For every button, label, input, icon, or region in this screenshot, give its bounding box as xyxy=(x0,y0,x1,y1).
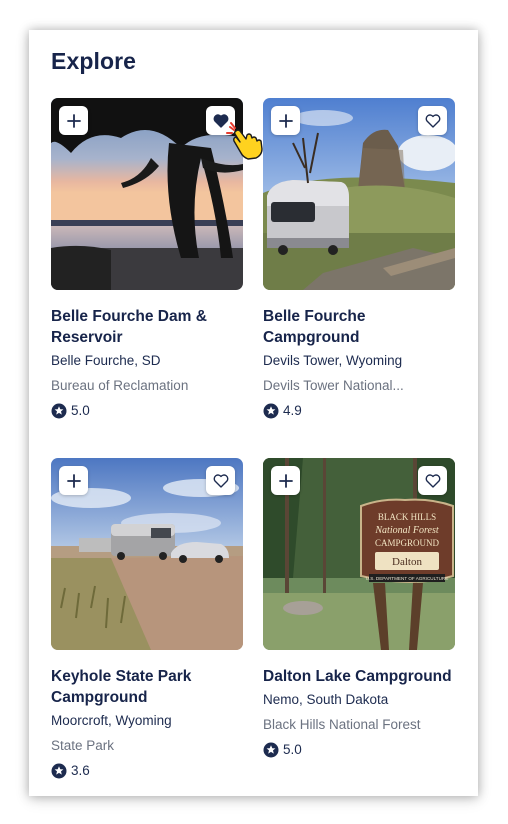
campground-photo[interactable] xyxy=(263,98,455,290)
plus-icon xyxy=(278,473,293,488)
add-to-trip-button[interactable] xyxy=(59,466,88,495)
campground-location: Devils Tower, Wyoming xyxy=(263,353,403,368)
sign-text-line: National Forest xyxy=(374,525,438,536)
favorite-button[interactable] xyxy=(418,466,447,495)
campground-agency: Black Hills National Forest xyxy=(263,717,421,732)
heart-icon xyxy=(425,113,440,128)
heart-icon xyxy=(425,473,440,488)
sign-text-line: U.S. DEPARTMENT OF AGRICULTURE xyxy=(366,576,449,581)
campground-card[interactable]: Belle Fourche Campground Devils Tower, W… xyxy=(263,98,455,420)
campground-location: Moorcroft, Wyoming xyxy=(51,713,172,728)
star-badge-icon xyxy=(263,742,279,758)
rating-value: 5.0 xyxy=(71,403,90,418)
campground-location: Nemo, South Dakota xyxy=(263,692,389,707)
favorite-button[interactable] xyxy=(418,106,447,135)
favorite-button[interactable] xyxy=(206,466,235,495)
heart-icon xyxy=(213,473,228,488)
campground-photo[interactable] xyxy=(51,98,243,290)
rating-value: 5.0 xyxy=(283,742,302,757)
campground-rating: 5.0 xyxy=(263,741,455,759)
campground-rating: 3.6 xyxy=(51,762,243,780)
campground-rating: 5.0 xyxy=(51,402,243,420)
plus-icon xyxy=(66,473,81,488)
plus-icon xyxy=(66,113,81,128)
star-badge-icon xyxy=(51,763,67,779)
campground-card[interactable]: Keyhole State Park Campground Moorcroft,… xyxy=(51,458,243,780)
campground-name[interactable]: Belle Fourche Dam & Reservoir xyxy=(51,306,243,348)
campground-rating: 4.9 xyxy=(263,402,455,420)
campground-agency: Bureau of Reclamation xyxy=(51,378,189,393)
hand-pointer-icon xyxy=(226,122,263,160)
campground-location: Belle Fourche, SD xyxy=(51,353,161,368)
star-badge-icon xyxy=(51,403,67,419)
campground-photo[interactable] xyxy=(51,458,243,650)
sign-text-line: Dalton xyxy=(392,556,422,568)
rating-value: 3.6 xyxy=(71,763,90,778)
add-to-trip-button[interactable] xyxy=(271,466,300,495)
add-to-trip-button[interactable] xyxy=(59,106,88,135)
campground-card[interactable]: BLACK HILLS National Forest CAMPGROUND D… xyxy=(263,458,455,759)
campground-agency: State Park xyxy=(51,738,115,753)
section-title: Explore xyxy=(51,48,137,74)
star-badge-icon xyxy=(263,403,279,419)
campground-agency: Devils Tower National... xyxy=(263,378,404,393)
plus-icon xyxy=(278,113,293,128)
add-to-trip-button[interactable] xyxy=(271,106,300,135)
campground-name[interactable]: Belle Fourche Campground xyxy=(263,306,455,348)
sign-text-line: CAMPGROUND xyxy=(375,538,440,548)
campground-name[interactable]: Keyhole State Park Campground xyxy=(51,666,243,708)
campground-name[interactable]: Dalton Lake Campground xyxy=(263,666,455,687)
campground-photo[interactable]: BLACK HILLS National Forest CAMPGROUND D… xyxy=(263,458,455,650)
campground-card[interactable]: Belle Fourche Dam & Reservoir Belle Four… xyxy=(51,98,243,420)
sign-text-line: BLACK HILLS xyxy=(378,512,436,522)
rating-value: 4.9 xyxy=(283,403,302,418)
